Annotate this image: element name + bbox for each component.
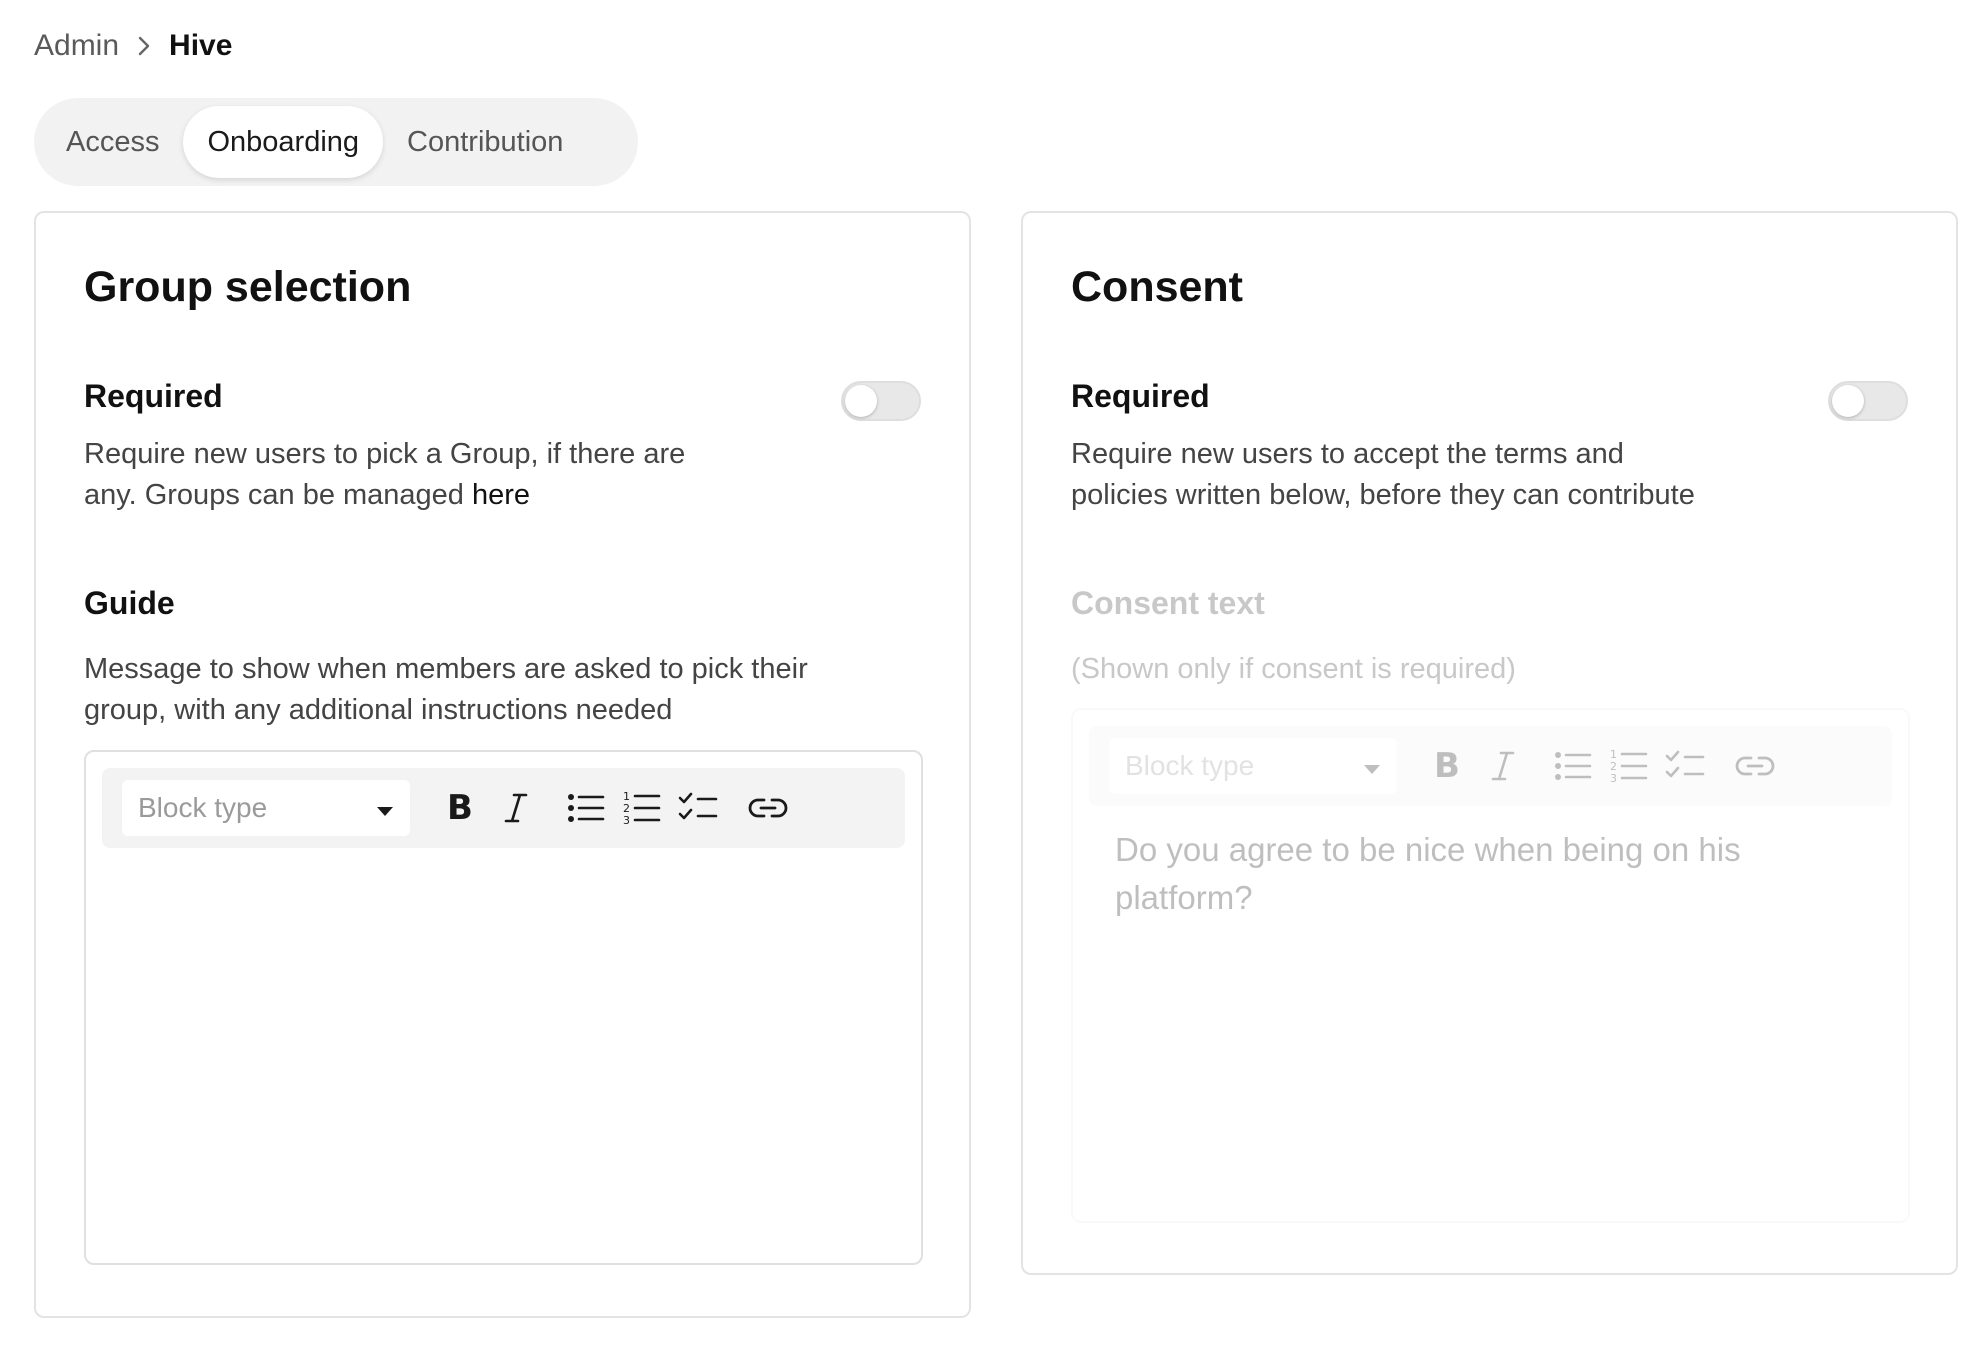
- block-type-placeholder: Block type: [138, 792, 268, 823]
- chevron-right-icon: [137, 35, 151, 57]
- tab-onboarding[interactable]: Onboarding: [183, 106, 384, 178]
- tab-contribution[interactable]: Contribution: [383, 106, 587, 178]
- group-required-description-prefix: any. Groups can be managed: [84, 479, 472, 511]
- block-type-select[interactable]: Block type: [122, 780, 410, 836]
- italic-icon[interactable]: [494, 786, 538, 830]
- consent-text-label: Consent text: [1071, 585, 1265, 621]
- consent-title: Consent: [1071, 263, 1243, 311]
- consent-required-description: Require new users to accept the terms an…: [1071, 434, 1695, 516]
- numbered-list-icon[interactable]: 123: [620, 786, 664, 830]
- guide-description-line2: group, with any additional instructions …: [84, 694, 673, 726]
- bold-icon[interactable]: B: [1425, 744, 1469, 788]
- guide-description-line1: Message to show when members are asked t…: [84, 653, 808, 685]
- group-selection-card: Group selection Required Require new use…: [34, 211, 971, 1318]
- consent-editor-content[interactable]: Do you agree to be nice when being on hi…: [1075, 806, 1906, 1219]
- consent-required-description-line1: Require new users to accept the terms an…: [1071, 438, 1624, 470]
- consent-text-hint: (Shown only if consent is required): [1071, 653, 1516, 685]
- svg-text:3: 3: [623, 814, 630, 826]
- tab-bar: Access Onboarding Contribution: [34, 98, 638, 186]
- toggle-knob: [845, 385, 877, 417]
- group-required-description-line2: any. Groups can be managed here: [84, 475, 685, 516]
- link-icon[interactable]: [1733, 744, 1777, 788]
- guide-label: Guide: [84, 585, 175, 621]
- consent-editor: Block type B 123 Do you agree to be nice…: [1071, 708, 1910, 1223]
- consent-required-toggle[interactable]: [1828, 381, 1908, 421]
- editor-toolbar: Block type B 123: [102, 768, 905, 848]
- checklist-icon[interactable]: [676, 786, 720, 830]
- group-required-description: Require new users to pick a Group, if th…: [84, 434, 685, 516]
- group-required-description-line1: Require new users to pick a Group, if th…: [84, 438, 686, 470]
- groups-manage-link[interactable]: here: [472, 479, 530, 511]
- caret-down-icon: [376, 792, 394, 824]
- group-required-toggle[interactable]: [841, 381, 921, 421]
- bold-icon[interactable]: B: [438, 786, 482, 830]
- bullet-list-icon[interactable]: [564, 786, 608, 830]
- block-type-placeholder: Block type: [1125, 750, 1255, 781]
- link-icon[interactable]: [746, 786, 790, 830]
- breadcrumb-current: Hive: [169, 29, 233, 62]
- breadcrumb-admin-link[interactable]: Admin: [34, 29, 119, 63]
- guide-description: Message to show when members are asked t…: [84, 649, 808, 731]
- numbered-list-icon[interactable]: 123: [1607, 744, 1651, 788]
- italic-icon[interactable]: [1481, 744, 1525, 788]
- block-type-select[interactable]: Block type: [1109, 738, 1397, 794]
- caret-down-icon: [1363, 750, 1381, 782]
- svg-text:3: 3: [1610, 772, 1617, 784]
- consent-required-label: Required: [1071, 378, 1210, 414]
- toggle-knob: [1832, 385, 1864, 417]
- editor-toolbar: Block type B 123: [1089, 726, 1892, 806]
- bullet-list-icon[interactable]: [1551, 744, 1595, 788]
- group-required-label: Required: [84, 378, 223, 414]
- consent-card: Consent Required Require new users to ac…: [1021, 211, 1958, 1275]
- tab-access[interactable]: Access: [42, 106, 183, 178]
- consent-required-description-line2: policies written below, before they can …: [1071, 479, 1695, 511]
- guide-editor: Block type B 123: [84, 750, 923, 1265]
- guide-editor-content[interactable]: [88, 848, 919, 1261]
- checklist-icon[interactable]: [1663, 744, 1707, 788]
- group-selection-title: Group selection: [84, 263, 412, 311]
- breadcrumb: Admin Hive: [34, 24, 232, 68]
